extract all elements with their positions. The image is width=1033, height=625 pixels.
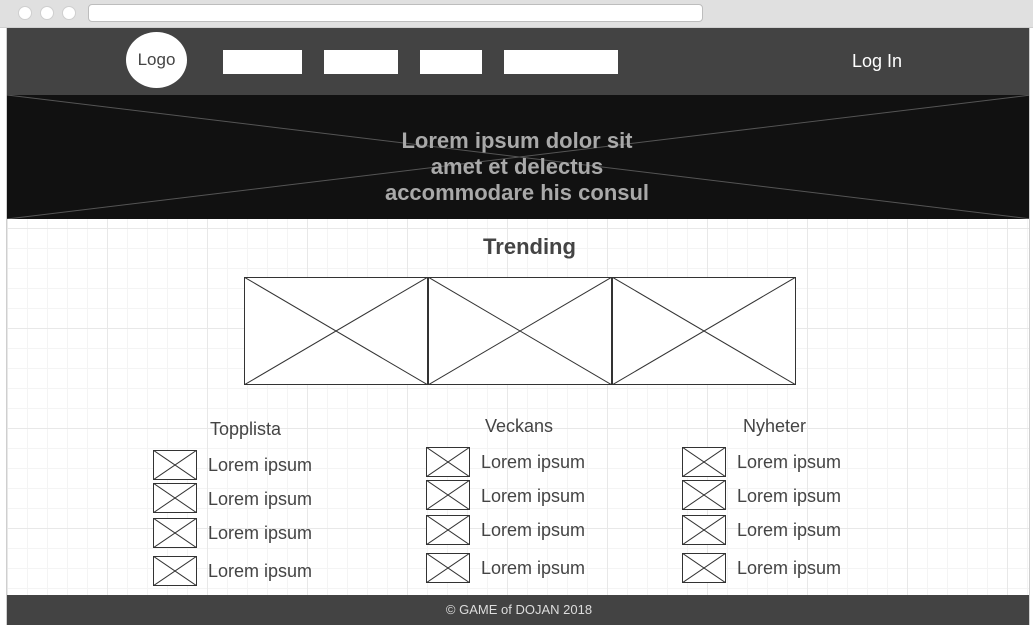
nav-link-1[interactable] [223, 50, 302, 74]
thumbnail-image[interactable] [682, 447, 726, 477]
footer-copyright: © GAME of DOJAN 2018 [445, 602, 593, 617]
hero-line-2: amet et delectus [430, 154, 604, 179]
column-heading-topplista: Topplista [210, 419, 282, 439]
list-item[interactable]: Lorem ipsum [737, 452, 841, 473]
nav-link-3[interactable] [420, 50, 482, 74]
hero-line-1: Lorem ipsum dolor sit [401, 128, 633, 153]
thumbnail-image[interactable] [426, 447, 470, 477]
trending-image-1[interactable] [244, 277, 428, 385]
thumbnail-image[interactable] [426, 480, 470, 510]
column-heading-veckans: Veckans [485, 416, 554, 436]
window-maximize-icon[interactable] [62, 6, 76, 20]
nav-link-2[interactable] [324, 50, 398, 74]
list-item[interactable]: Lorem ipsum [737, 486, 841, 507]
list-item[interactable]: Lorem ipsum [481, 558, 585, 579]
thumbnail-image[interactable] [153, 450, 197, 480]
list-item[interactable]: Lorem ipsum [737, 558, 841, 579]
list-item[interactable]: Lorem ipsum [208, 561, 312, 582]
nav-link-4[interactable] [504, 50, 618, 74]
trending-image-3[interactable] [612, 277, 796, 385]
thumbnail-image[interactable] [153, 483, 197, 513]
trending-title: Trending [483, 234, 576, 259]
column-heading-nyheter: Nyheter [743, 416, 807, 436]
navbar: Logo Log In [7, 28, 1029, 95]
list-item[interactable]: Lorem ipsum [481, 520, 585, 541]
thumbnail-image[interactable] [426, 515, 470, 545]
hero-headline: Lorem ipsum dolor sit amet et delectus a… [347, 128, 687, 206]
list-item[interactable]: Lorem ipsum [208, 455, 312, 476]
thumbnail-image[interactable] [682, 553, 726, 583]
address-bar[interactable] [88, 4, 703, 22]
browser-chrome [0, 0, 1033, 28]
page-frame: Logo Log In Lorem ipsum dolor sit amet e… [6, 28, 1030, 625]
list-item[interactable]: Lorem ipsum [208, 489, 312, 510]
list-item[interactable]: Lorem ipsum [481, 486, 585, 507]
window-minimize-icon[interactable] [40, 6, 54, 20]
thumbnail-image[interactable] [682, 480, 726, 510]
logo[interactable]: Logo [126, 32, 187, 88]
hero-banner: Lorem ipsum dolor sit amet et delectus a… [7, 95, 1029, 219]
hero-line-3: accommodare his consul [384, 180, 650, 205]
thumbnail-image[interactable] [153, 556, 197, 586]
thumbnail-image[interactable] [153, 518, 197, 548]
login-link[interactable]: Log In [852, 51, 902, 72]
window-close-icon[interactable] [18, 6, 32, 20]
list-item[interactable]: Lorem ipsum [481, 452, 585, 473]
trending-image-2[interactable] [428, 277, 612, 385]
footer: © GAME of DOJAN 2018 [7, 595, 1029, 625]
thumbnail-image[interactable] [682, 515, 726, 545]
thumbnail-image[interactable] [426, 553, 470, 583]
list-item[interactable]: Lorem ipsum [208, 523, 312, 544]
list-item[interactable]: Lorem ipsum [737, 520, 841, 541]
